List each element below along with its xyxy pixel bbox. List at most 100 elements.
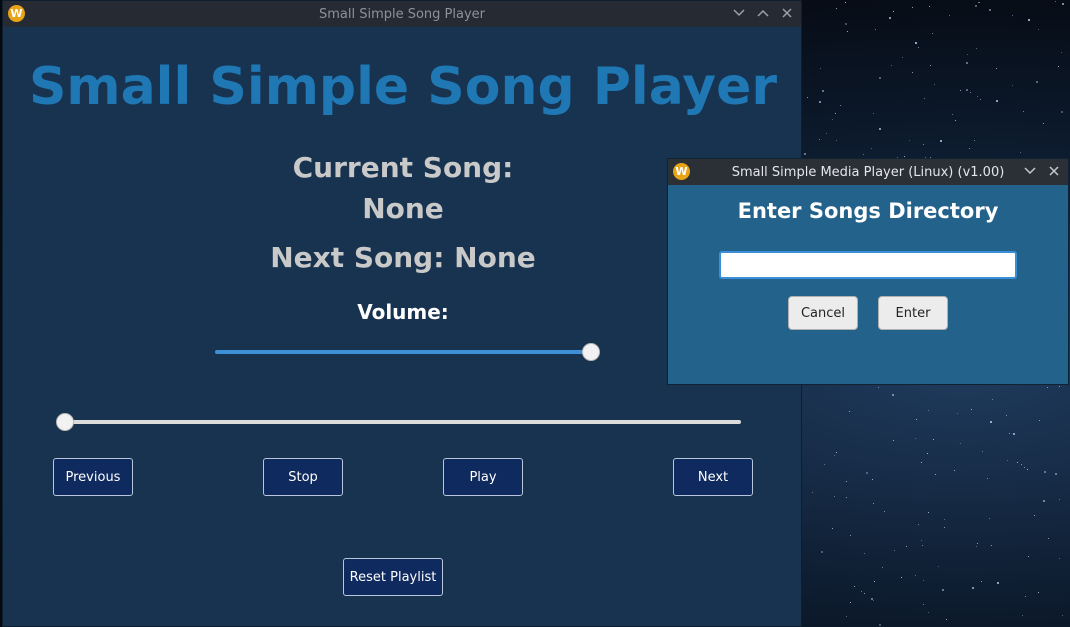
songs-directory-input[interactable] — [719, 251, 1017, 279]
star-dot — [988, 9, 991, 12]
chevron-down-icon[interactable] — [1022, 162, 1038, 180]
star-dot — [1009, 433, 1011, 435]
star-dot — [1021, 464, 1023, 466]
previous-button[interactable]: Previous — [53, 458, 133, 496]
star-dot — [891, 65, 893, 67]
star-dot — [979, 1, 981, 3]
chevron-down-icon[interactable] — [731, 4, 747, 22]
star-dot — [844, 1, 846, 3]
star-dot — [933, 439, 935, 441]
volume-slider-handle[interactable] — [582, 343, 600, 361]
star-dot — [915, 575, 917, 577]
star-dot — [1062, 3, 1065, 6]
next-button[interactable]: Next — [673, 458, 753, 496]
chevron-up-icon[interactable] — [755, 4, 771, 22]
star-dot — [1054, 1, 1056, 3]
star-dot — [1022, 111, 1024, 113]
star-dot — [892, 394, 895, 397]
star-dot — [836, 139, 838, 141]
star-dot — [819, 138, 821, 140]
star-dot — [878, 624, 881, 627]
star-dot — [866, 471, 869, 474]
star-dot — [1061, 111, 1064, 114]
star-dot — [935, 474, 937, 476]
star-dot — [873, 581, 875, 583]
star-dot — [864, 592, 866, 594]
star-dot — [922, 604, 924, 606]
main-titlebar[interactable]: W Small Simple Song Player — [3, 1, 801, 27]
star-dot — [1013, 432, 1016, 435]
star-dot — [904, 156, 906, 158]
close-icon[interactable] — [1046, 162, 1062, 180]
star-dot — [806, 96, 808, 98]
star-dot — [954, 119, 956, 121]
star-dot — [1038, 419, 1040, 421]
star-dot — [906, 546, 908, 548]
star-dot — [873, 112, 875, 114]
star-dot — [976, 543, 978, 545]
cancel-button[interactable]: Cancel — [788, 296, 858, 330]
star-dot — [1025, 596, 1027, 598]
star-dot — [974, 139, 976, 141]
reset-playlist-button[interactable]: Reset Playlist — [343, 558, 443, 596]
star-dot — [850, 602, 852, 604]
star-dot — [1022, 615, 1024, 617]
star-dot — [966, 89, 969, 92]
enter-button[interactable]: Enter — [878, 296, 948, 330]
star-dot — [824, 464, 826, 466]
star-dot — [972, 586, 975, 589]
app-icon: W — [673, 163, 690, 180]
star-dot — [969, 91, 971, 93]
star-dot — [1019, 152, 1021, 154]
star-dot — [951, 114, 953, 116]
star-dot — [915, 419, 917, 421]
star-dot — [870, 147, 872, 149]
star-dot — [825, 132, 827, 134]
star-dot — [912, 71, 914, 73]
stop-button[interactable]: Stop — [263, 458, 343, 496]
star-dot — [939, 139, 942, 142]
star-dot — [820, 68, 822, 70]
star-dot — [901, 56, 903, 58]
star-dot — [976, 546, 978, 548]
dialog-titlebar[interactable]: W Small Simple Media Player (Linux) (v1.… — [668, 159, 1068, 185]
star-dot — [941, 589, 944, 592]
star-dot — [1048, 537, 1050, 539]
close-icon[interactable] — [779, 4, 795, 22]
star-dot — [927, 453, 929, 455]
star-dot — [872, 479, 874, 481]
star-dot — [996, 100, 999, 103]
star-dot — [877, 387, 879, 389]
star-dot — [821, 89, 824, 92]
star-dot — [943, 519, 945, 521]
star-dot — [803, 153, 806, 156]
star-dot — [920, 461, 922, 463]
star-dot — [872, 600, 874, 602]
star-dot — [1012, 15, 1014, 17]
dialog-heading: Enter Songs Directory — [737, 199, 999, 223]
star-dot — [1054, 472, 1057, 475]
star-dot — [863, 552, 865, 554]
star-dot — [1027, 555, 1029, 557]
star-dot — [832, 528, 833, 530]
main-window-title: Small Simple Song Player — [318, 6, 486, 22]
star-dot — [917, 47, 919, 49]
star-dot — [1006, 460, 1008, 462]
star-dot — [932, 32, 934, 34]
star-dot — [957, 413, 959, 415]
star-dot — [883, 510, 885, 512]
star-dot — [920, 539, 922, 541]
star-dot — [914, 438, 916, 440]
star-dot — [893, 550, 895, 552]
star-dot — [912, 7, 914, 9]
seek-slider[interactable] — [56, 413, 741, 431]
star-dot — [893, 11, 895, 13]
play-button[interactable]: Play — [443, 458, 523, 496]
star-dot — [888, 17, 891, 20]
star-dot — [1005, 414, 1007, 416]
star-dot — [1033, 514, 1035, 516]
volume-slider[interactable] — [215, 343, 600, 361]
star-dot — [1059, 385, 1061, 387]
seek-slider-handle[interactable] — [56, 413, 74, 431]
star-dot — [959, 442, 961, 444]
